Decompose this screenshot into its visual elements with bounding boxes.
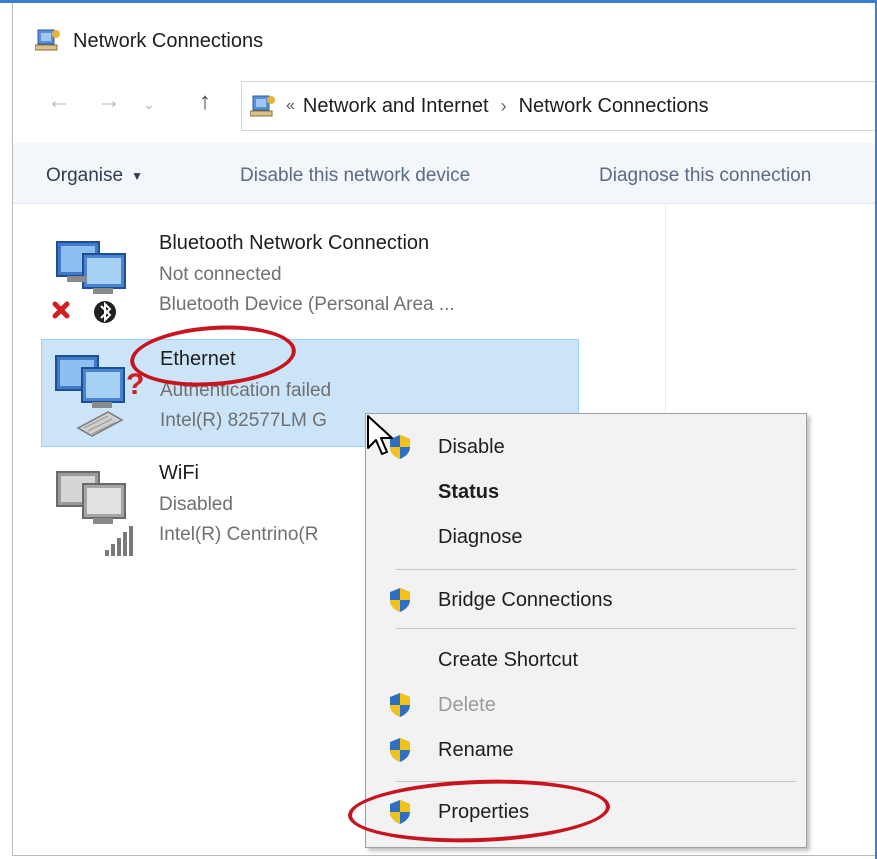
menu-item-label: Status <box>438 481 500 503</box>
menu-item-label: Properties <box>438 801 530 823</box>
menu-separator <box>396 569 796 570</box>
menu-item-disable[interactable]: Disable <box>366 426 806 466</box>
connection-status: Authentication failed <box>160 380 332 401</box>
connection-status: Not connected <box>159 264 282 285</box>
connection-name: Ethernet <box>160 348 236 370</box>
menu-item-bridge-connections[interactable]: Bridge Connections <box>366 579 806 619</box>
menu-separator <box>396 628 796 629</box>
title-bar: Network Connections <box>13 3 876 75</box>
connection-device: Intel(R) Centrino(R <box>159 524 319 545</box>
address-bar[interactable]: « Network and Internet › Network Connect… <box>241 81 877 131</box>
menu-item-status[interactable]: Status <box>366 471 806 511</box>
connection-device: Intel(R) 82577LM G <box>160 410 327 431</box>
menu-item-rename[interactable]: Rename <box>366 729 806 769</box>
menu-item-label: Create Shortcut <box>438 649 579 671</box>
menu-item-label: Diagnose <box>438 526 523 548</box>
organise-menu-button[interactable]: Organise ▼ <box>46 165 143 187</box>
connection-status: Disabled <box>159 494 233 515</box>
svg-text:?: ? <box>126 368 144 401</box>
uac-shield-icon <box>390 800 410 824</box>
uac-shield-icon <box>390 738 410 762</box>
menu-item-label: Disable <box>438 436 505 458</box>
connection-name: WiFi <box>159 462 199 484</box>
menu-item-delete[interactable]: Delete <box>366 684 806 724</box>
ethernet-network-icon: ? <box>55 355 144 437</box>
back-button[interactable]: ← <box>47 89 71 113</box>
menu-item-create-shortcut[interactable]: Create Shortcut <box>366 639 806 679</box>
breadcrumb-separator[interactable]: › <box>501 96 507 117</box>
menu-item-diagnose[interactable]: Diagnose <box>366 516 806 556</box>
organise-label: Organise <box>46 165 124 186</box>
column-divider <box>665 204 666 424</box>
menu-item-label: Rename <box>438 739 514 761</box>
menu-item-label: Delete <box>438 694 496 716</box>
address-overflow-chevron[interactable]: « <box>286 97 295 115</box>
menu-item-label: Bridge Connections <box>438 589 613 611</box>
menu-separator <box>396 781 796 782</box>
breadcrumb-network-and-internet[interactable]: Network and Internet <box>303 95 489 118</box>
wifi-network-icon <box>56 471 133 556</box>
command-bar: Organise ▼ Disable this network device Di… <box>13 143 876 204</box>
disable-network-device-button[interactable]: Disable this network device <box>240 165 470 187</box>
forward-button[interactable]: → <box>97 89 121 113</box>
screenshot-page: Network Connections ← → ⌄ ↑ « Network an… <box>0 0 877 859</box>
connection-device: Bluetooth Device (Personal Area ... <box>159 294 455 315</box>
recent-locations-button[interactable]: ⌄ <box>143 97 155 111</box>
address-row: ← → ⌄ ↑ « Network and Internet › Network… <box>13 75 877 137</box>
mouse-cursor-icon <box>367 415 393 455</box>
window-title: Network Connections <box>73 30 264 52</box>
organise-caret-icon: ▼ <box>131 168 143 183</box>
uac-shield-icon <box>390 588 410 612</box>
connection-name: Bluetooth Network Connection <box>159 232 430 254</box>
network-connections-icon <box>250 95 275 117</box>
menu-item-properties[interactable]: Properties <box>366 791 806 831</box>
diagnose-connection-button[interactable]: Diagnose this connection <box>599 165 811 187</box>
context-menu: Disable Status Diagnose Bridge Connectio… <box>365 413 807 848</box>
uac-shield-icon <box>390 693 410 717</box>
bluetooth-network-icon <box>52 241 126 323</box>
network-connections-icon <box>35 29 60 51</box>
connection-item-bluetooth[interactable]: Bluetooth Network Connection Not connect… <box>41 224 576 332</box>
breadcrumb-network-connections[interactable]: Network Connections <box>519 95 709 118</box>
up-button[interactable]: ↑ <box>199 90 211 114</box>
